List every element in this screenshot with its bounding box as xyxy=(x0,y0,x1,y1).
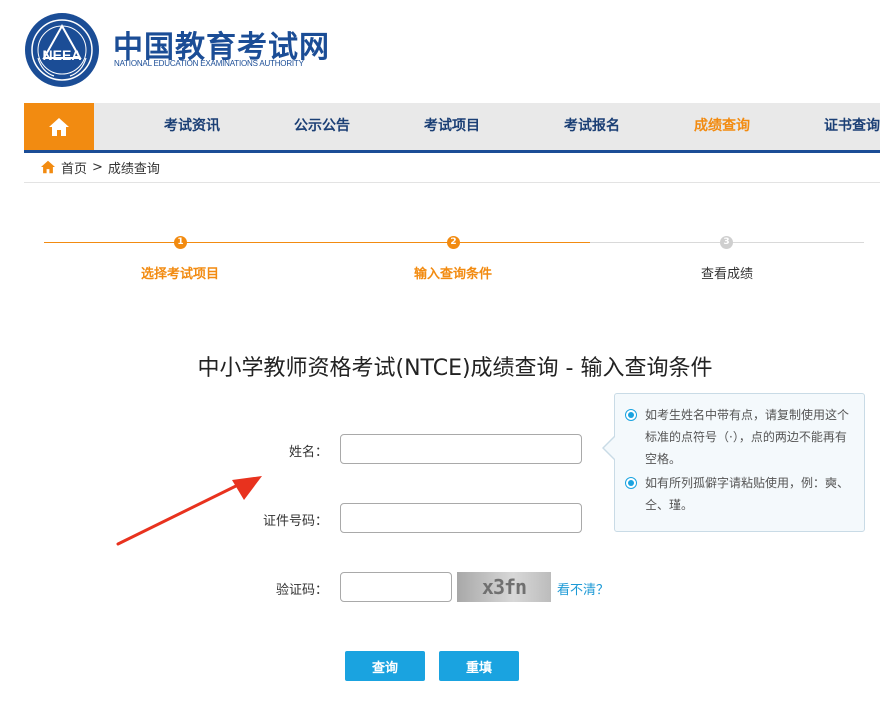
neea-seal-icon[interactable]: NEEA xyxy=(24,12,100,88)
nav-item-score-query[interactable]: 成绩查询 xyxy=(694,103,750,150)
tips-pointer-inner xyxy=(604,437,615,459)
tip-item: 如有所列孤僻字请粘贴使用，例：奭、仝、瑾。 xyxy=(625,472,854,516)
nav-underline xyxy=(24,150,880,153)
step-3-label: 查看成绩 xyxy=(700,267,753,282)
step-2-dot: 2 xyxy=(447,236,460,249)
name-input[interactable] xyxy=(340,434,582,464)
reset-button[interactable]: 重填 xyxy=(439,651,519,681)
step-2-label: 输入查询条件 xyxy=(413,267,492,282)
page-title: 中小学教师资格考试(NTCE)成绩查询 - 输入查询条件 xyxy=(197,356,713,381)
captcha-input[interactable] xyxy=(340,572,452,602)
step-1-label: 选择考试项目 xyxy=(140,267,219,282)
breadcrumb-divider xyxy=(24,182,880,183)
nav-item-exam-projects[interactable]: 考试项目 xyxy=(424,103,480,150)
site-header: NEEA 中国教育考试网 NATIONAL EDUCATION EXAMINAT… xyxy=(0,0,880,103)
breadcrumb-separator: > xyxy=(92,159,103,175)
submit-query-button[interactable]: 查询 xyxy=(345,651,425,681)
radio-bullet-icon xyxy=(625,477,637,489)
captcha-label: 验证码： xyxy=(275,583,328,598)
nav-item-news[interactable]: 考试资讯 xyxy=(164,103,220,150)
tip-text-rare-chars: 如有所列孤僻字请粘贴使用，例：奭、仝、瑾。 xyxy=(645,476,850,512)
tip-item: 如考生姓名中带有点，请复制使用这个标准的点符号（·），点的两边不能再有空格。 xyxy=(625,404,854,470)
step-progress-done xyxy=(44,242,590,243)
captcha-refresh-link[interactable]: 看不清？ xyxy=(557,579,609,598)
breadcrumb-home-icon xyxy=(41,160,55,174)
radio-bullet-icon xyxy=(625,409,637,421)
nav-item-registration[interactable]: 考试报名 xyxy=(564,103,620,150)
captcha-image[interactable]: x3fn xyxy=(457,572,551,602)
id-number-input[interactable] xyxy=(340,503,582,533)
breadcrumb: 首页 > 成绩查询 xyxy=(40,158,160,177)
step-3-dot: 3 xyxy=(720,236,733,249)
nav-home-button[interactable] xyxy=(24,103,94,150)
nav-item-certificate-query[interactable]: 证书查询 xyxy=(824,103,880,150)
brand-name-en: NATIONAL EDUCATION EXAMINATIONS AUTHORIT… xyxy=(114,59,304,68)
input-tips-box: 如考生姓名中带有点，请复制使用这个标准的点符号（·），点的两边不能再有空格。 如… xyxy=(614,393,865,532)
home-icon xyxy=(49,117,69,136)
breadcrumb-home-link[interactable]: 首页 xyxy=(61,158,87,177)
seal-text: NEEA xyxy=(43,47,82,63)
name-label: 姓名： xyxy=(288,445,328,460)
annotation-arrow-icon xyxy=(116,476,262,546)
nav-item-announcements[interactable]: 公示公告 xyxy=(294,103,350,150)
tip-text-dot-symbol: 如考生姓名中带有点，请复制使用这个标准的点符号（·），点的两边不能再有空格。 xyxy=(645,408,850,466)
breadcrumb-current: 成绩查询 xyxy=(107,161,160,177)
step-1-dot: 1 xyxy=(174,236,187,249)
captcha-image-text: x3fn xyxy=(481,575,527,599)
